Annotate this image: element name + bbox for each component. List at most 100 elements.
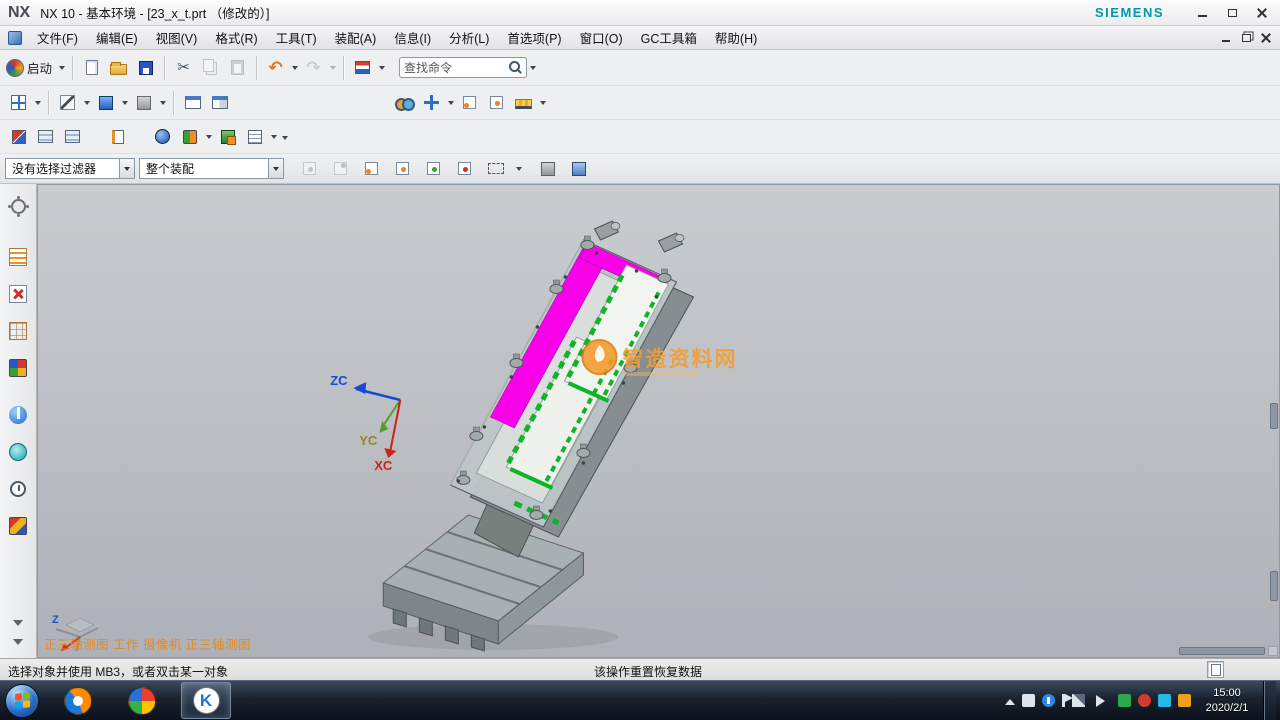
measure-button[interactable] [510,89,537,116]
system-materials-button[interactable] [4,512,32,540]
menu-information[interactable]: 信息(I) [385,27,440,49]
snap-point-button-a[interactable] [456,89,483,116]
component-properties-dropdown[interactable] [268,124,279,150]
web-browser-button[interactable] [4,438,32,466]
layer-visible-button[interactable] [59,123,86,150]
snap-point-button-1[interactable] [358,155,385,182]
find-component-button[interactable] [149,123,176,150]
reuse-library-button[interactable] [4,354,32,382]
start-button[interactable]: 启动 [5,54,56,81]
paste-button[interactable] [224,54,251,81]
snap-point-button-2[interactable] [389,155,416,182]
constraint-navigator-button[interactable] [4,280,32,308]
render-style-dropdown[interactable] [119,90,130,116]
marquee-style-dropdown[interactable] [513,156,524,182]
taskbar-browser-button[interactable] [117,682,167,719]
show-hide-button[interactable] [391,89,418,116]
show-solid-button[interactable] [534,155,561,182]
menu-view[interactable]: 视图(V) [147,27,207,49]
move-component-button[interactable] [176,123,203,150]
vertical-scrollbar-thumb[interactable] [1270,403,1278,429]
redo-dropdown[interactable] [327,55,338,81]
child-minimize-button[interactable] [1216,30,1236,45]
minimize-button[interactable] [1190,4,1214,22]
tray-security-icon[interactable] [1118,694,1131,707]
view-orientation-dropdown[interactable] [32,90,43,116]
background-style-button[interactable] [130,89,157,116]
touch-ui-dropdown[interactable] [376,55,387,81]
history-button[interactable] [4,475,32,503]
show-desktop-button[interactable] [1263,681,1276,720]
new-file-button[interactable] [78,54,105,81]
view-sheet-button[interactable] [104,123,131,150]
edge-display-button[interactable] [54,89,81,116]
menu-window[interactable]: 窗口(O) [571,27,632,49]
tray-action-center-icon[interactable] [1062,694,1065,707]
taskbar-clock[interactable]: 15:00 2020/2/1 [1198,686,1256,716]
select-inside-button[interactable] [327,155,354,182]
status-page-icon[interactable] [1207,661,1224,678]
selection-filter-dropdown[interactable]: 没有选择过滤器 [5,158,135,179]
selection-scope-arrow[interactable] [268,159,283,178]
sidebar-expand-button[interactable] [13,639,23,650]
close-button[interactable] [1250,4,1274,22]
open-button[interactable] [105,54,132,81]
copy-button[interactable] [197,54,224,81]
move-object-button[interactable] [418,89,445,116]
render-style-button[interactable] [92,89,119,116]
save-button[interactable] [132,54,159,81]
search-icon[interactable] [509,61,522,74]
child-close-button[interactable] [1256,30,1276,45]
menu-tools[interactable]: 工具(T) [267,27,326,49]
window-split-button[interactable] [206,89,233,116]
menu-file[interactable]: 文件(F) [28,27,87,49]
layer-settings-button[interactable] [32,123,59,150]
horizontal-scrollbar-thumb[interactable] [1179,647,1265,655]
marquee-style-button[interactable] [482,155,509,182]
maximize-button[interactable] [1220,4,1244,22]
menu-help[interactable]: 帮助(H) [706,27,766,49]
view-orientation-button[interactable] [5,89,32,116]
roles-button[interactable] [4,192,32,220]
taskbar-sogou-button[interactable] [53,682,103,719]
menu-analysis[interactable]: 分析(L) [440,27,498,49]
highlight-selection-button[interactable] [296,155,323,182]
background-style-dropdown[interactable] [157,90,168,116]
vertical-scrollbar-thumb[interactable] [1270,571,1278,601]
part-navigator-button[interactable] [4,317,32,345]
window-cascade-button[interactable] [179,89,206,116]
assembly-sequence-button[interactable] [214,123,241,150]
taskbar-k-app-button[interactable]: K [181,682,231,719]
menu-assemblies[interactable]: 装配(A) [326,27,386,49]
tray-volume-icon[interactable] [1096,695,1111,707]
selection-scope-dropdown[interactable]: 整个装配 [139,158,284,179]
tray-antivirus-icon[interactable] [1138,694,1151,707]
snap-point-button-3[interactable] [420,155,447,182]
tray-update-icon[interactable] [1178,694,1191,707]
measure-dropdown[interactable] [537,90,548,116]
sidebar-scroll-button[interactable] [13,620,23,631]
toolbar-overflow-button[interactable] [279,124,291,150]
tray-cloud-icon[interactable] [1158,694,1171,707]
find-command-box[interactable] [399,57,527,78]
menu-format[interactable]: 格式(R) [206,27,266,49]
child-restore-button[interactable] [1236,30,1256,45]
menu-gc-toolbox[interactable]: GC工具箱 [632,27,706,49]
tray-help-icon[interactable] [1042,694,1055,707]
tray-keyboard-icon[interactable] [1022,694,1035,707]
start-orb-button[interactable] [5,684,39,718]
move-object-dropdown[interactable] [445,90,456,116]
3d-model-canvas[interactable]: ZC YC XC Z [38,185,1279,657]
menu-edit[interactable]: 编辑(E) [87,27,147,49]
redo-button[interactable]: ↷ [300,54,327,81]
assembly-navigator-button[interactable] [4,243,32,271]
hidden-icons-chevron[interactable] [1005,694,1015,705]
graphics-window[interactable]: ZC YC XC Z [37,184,1280,658]
snap-point-button-b[interactable] [483,89,510,116]
find-command-input[interactable] [404,61,509,75]
hd3d-tools-button[interactable] [4,401,32,429]
snap-point-button-4[interactable] [451,155,478,182]
move-component-dropdown[interactable] [203,124,214,150]
menu-preferences[interactable]: 首选项(P) [498,27,570,49]
undo-button[interactable]: ↶ [262,54,289,81]
